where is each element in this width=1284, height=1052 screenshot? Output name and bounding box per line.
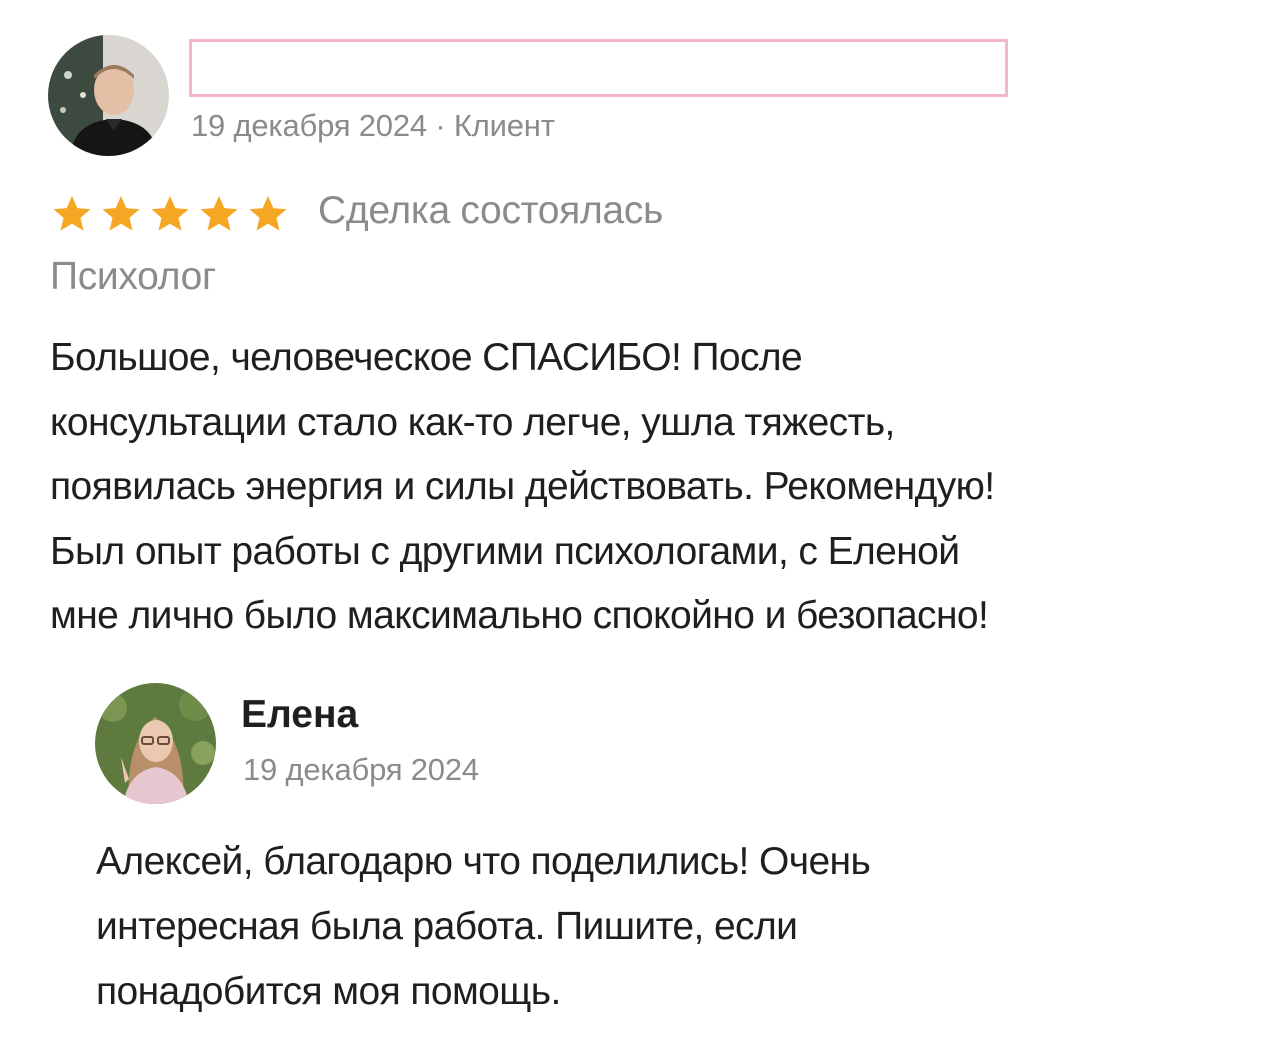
- reply-text-line: Алексей, благодарю что поделились! Очень: [96, 840, 871, 883]
- specialist-avatar[interactable]: [95, 683, 216, 804]
- service-name: Психолог: [50, 255, 216, 298]
- review-text-line: мне лично было максимально спокойно и бе…: [50, 594, 989, 637]
- reviewer-photo-icon: [48, 35, 169, 156]
- reviewer-name-redacted: [189, 39, 1008, 97]
- reviewer-avatar[interactable]: [48, 35, 169, 156]
- reply-text-line: интересная была работа. Пишите, если: [96, 905, 798, 948]
- star-icon: [200, 196, 238, 231]
- deal-status: Сделка состоялась: [318, 189, 664, 232]
- rating-stars: [50, 192, 290, 236]
- reply-text-line: понадобится моя помощь.: [96, 970, 561, 1013]
- review-text-line: консультации стало как-то легче, ушла тя…: [50, 400, 895, 444]
- review-text-line: Был опыт работы с другими психологами, с…: [50, 529, 960, 573]
- specialist-name[interactable]: Елена: [241, 693, 358, 737]
- star-icon: [151, 196, 189, 231]
- specialist-photo-icon: [95, 683, 216, 804]
- reply-text: Алексей, благодарю что поделились! Очень…: [96, 829, 1196, 1024]
- review-meta: 19 декабря 2024 · Клиент: [191, 108, 555, 143]
- reply-date: 19 декабря 2024: [243, 752, 479, 787]
- star-icon: [249, 196, 287, 231]
- review-text: Большое, человеческое СПАСИБО! После кон…: [50, 326, 1240, 649]
- star-icon: [102, 196, 140, 231]
- star-icon: [53, 196, 91, 231]
- review-text-line: Большое, человеческое СПАСИБО! После: [50, 336, 803, 379]
- review-text-line: появилась энергия и силы действовать. Ре…: [50, 465, 995, 508]
